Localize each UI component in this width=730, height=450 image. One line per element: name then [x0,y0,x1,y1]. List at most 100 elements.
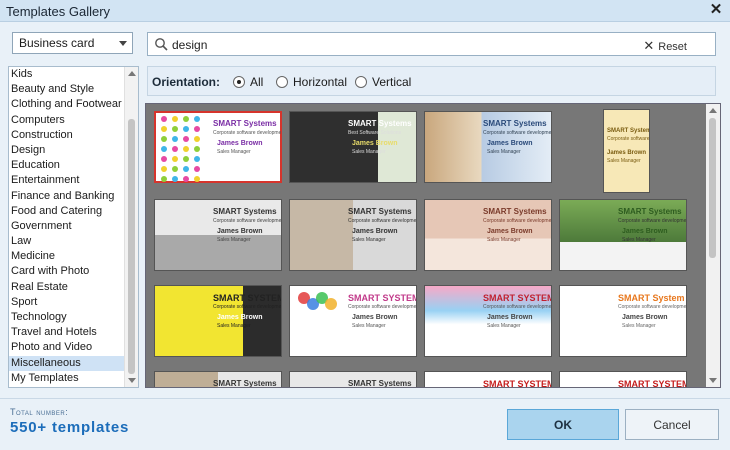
reset-label: Reset [658,41,687,53]
radio-selected-icon [233,76,245,88]
template-title: SMART Systems [348,119,412,128]
category-item[interactable]: Photo and Video [9,340,124,355]
category-item[interactable]: Computers [9,113,124,128]
decorative-dot [194,116,200,122]
close-icon[interactable]: ✕ [708,2,724,18]
template-subtitle: Corporate software development [213,218,282,224]
category-items: Kids Beauty and Style Clothing and Footwea… [9,67,124,386]
template-name: James Brown [352,140,398,147]
template-title: SMART Systems [213,207,277,216]
radio-label: Horizontal [293,75,348,89]
gallery-scrollbar[interactable] [706,104,720,387]
category-item[interactable]: Construction [9,128,124,143]
search-box[interactable]: design ✕ Reset [147,32,716,56]
scroll-thumb[interactable] [128,119,135,374]
template-card[interactable]: SMART SystemsCorporate software developm… [559,199,687,271]
category-item[interactable]: Medicine [9,249,124,264]
orientation-all-radio[interactable]: All [233,75,263,89]
category-item[interactable]: Design [9,143,124,158]
category-item[interactable]: Kids [9,67,124,82]
radio-icon [355,76,367,88]
category-item[interactable]: Food and Catering [9,204,124,219]
orientation-vertical-radio[interactable]: Vertical [355,75,411,89]
template-card[interactable]: SMART SYSTEMS [559,371,687,387]
search-icon [155,38,168,51]
category-item[interactable]: Card with Photo [9,264,124,279]
category-item[interactable]: Government [9,219,124,234]
category-item[interactable]: Miscellaneous [9,355,124,371]
category-item[interactable]: Sport [9,295,124,310]
category-item[interactable]: Law [9,234,124,249]
radio-label: All [250,75,264,89]
orientation-label: Orientation: [152,75,220,89]
category-item[interactable]: Finance and Banking [9,189,124,204]
decorative-dot [161,166,167,172]
decorative-dot [161,146,167,152]
category-item[interactable]: My Templates [9,371,124,386]
template-gallery[interactable]: SMART Systems Corporate software developm… [145,103,721,388]
template-card[interactable]: SMART SYSTEMS [424,371,552,387]
total-number-value: 550+ templates [10,419,130,436]
template-subtitle: Corporate software development [618,218,687,224]
template-card[interactable]: SMART SystemsCorporate software developm… [154,111,282,183]
category-item[interactable]: Education [9,158,124,173]
template-card[interactable]: SMART SystemsCorporate software developm… [603,109,650,193]
template-role: Sales Manager [217,149,251,155]
template-card[interactable]: SMART SystemsCorporate software developm… [424,199,552,271]
scroll-down-icon[interactable] [128,378,136,383]
reset-button[interactable]: ✕ Reset [643,38,687,54]
title-bar: Templates Gallery ✕ [0,0,730,22]
template-title: SMART SYSTEMS [348,293,416,303]
template-card[interactable]: SMART SystemsCorporate software developm… [154,371,282,387]
decorative-dot [194,136,200,142]
scroll-up-icon[interactable] [128,71,136,76]
category-item[interactable]: Real Estate [9,280,124,295]
template-role: Sales Manager [217,237,251,243]
search-input[interactable]: design [172,38,207,52]
category-list[interactable]: Kids Beauty and Style Clothing and Footwea… [8,66,139,388]
decorative-dot [194,146,200,152]
template-card[interactable]: SMART SYSTEMSCorporate software developm… [424,285,552,357]
template-card[interactable]: SMART SYSTEMSCorporate software developm… [154,285,282,357]
template-name: James Brown [352,228,398,235]
orientation-horizontal-radio[interactable]: Horizontal [276,75,347,89]
template-card[interactable]: SMART System Corporate software developme… [559,285,687,357]
template-card[interactable]: SMART Systems Corporate software developm… [154,199,282,271]
template-role: Sales Manager [622,323,656,329]
radio-icon [276,76,288,88]
decorative-dot [172,156,178,162]
template-name: James Brown [622,228,668,235]
scroll-up-icon[interactable] [709,108,717,113]
category-item[interactable]: Entertainment [9,173,124,188]
orientation-bar: Orientation: All Horizontal Vertical [147,66,716,96]
category-item[interactable]: Travel and Hotels [9,325,124,340]
template-title: SMART Systems [483,207,547,216]
template-subtitle: Corporate software development [483,304,552,310]
template-name: James Brown [487,228,533,235]
decorative-dot [161,136,167,142]
template-subtitle: Corporate software development [213,130,282,136]
category-item[interactable]: Technology [9,310,124,325]
decorative-dot [183,126,189,132]
template-card[interactable]: SMART SystemsCorporate software developm… [289,199,417,271]
template-title: SMART System [618,293,685,303]
close-icon: ✕ [643,38,655,53]
template-card[interactable]: SMART SYSTEMSCorporate software developm… [289,285,417,357]
category-type-select[interactable]: Business card [12,32,133,54]
scroll-thumb[interactable] [709,118,716,258]
template-card[interactable]: SMART SystemsCorporate software developm… [424,111,552,183]
cancel-button[interactable]: Cancel [625,409,719,440]
category-item[interactable]: Beauty and Style [9,82,124,97]
category-item[interactable]: Clothing and Footwear [9,97,124,112]
decorative-dot [172,146,178,152]
decorative-dot [183,166,189,172]
template-card[interactable]: SMART Systems Best Software Solutions Jame… [289,111,417,183]
template-role: Sales Manager [352,237,386,243]
template-card[interactable]: SMART SystemsCorporate software developm… [289,371,417,387]
template-name: James Brown [217,228,263,235]
decorative-dot [172,126,178,132]
scroll-down-icon[interactable] [709,378,717,383]
ok-button[interactable]: OK [507,409,619,440]
category-scrollbar[interactable] [124,67,138,387]
template-subtitle: Corporate software development [618,304,687,310]
